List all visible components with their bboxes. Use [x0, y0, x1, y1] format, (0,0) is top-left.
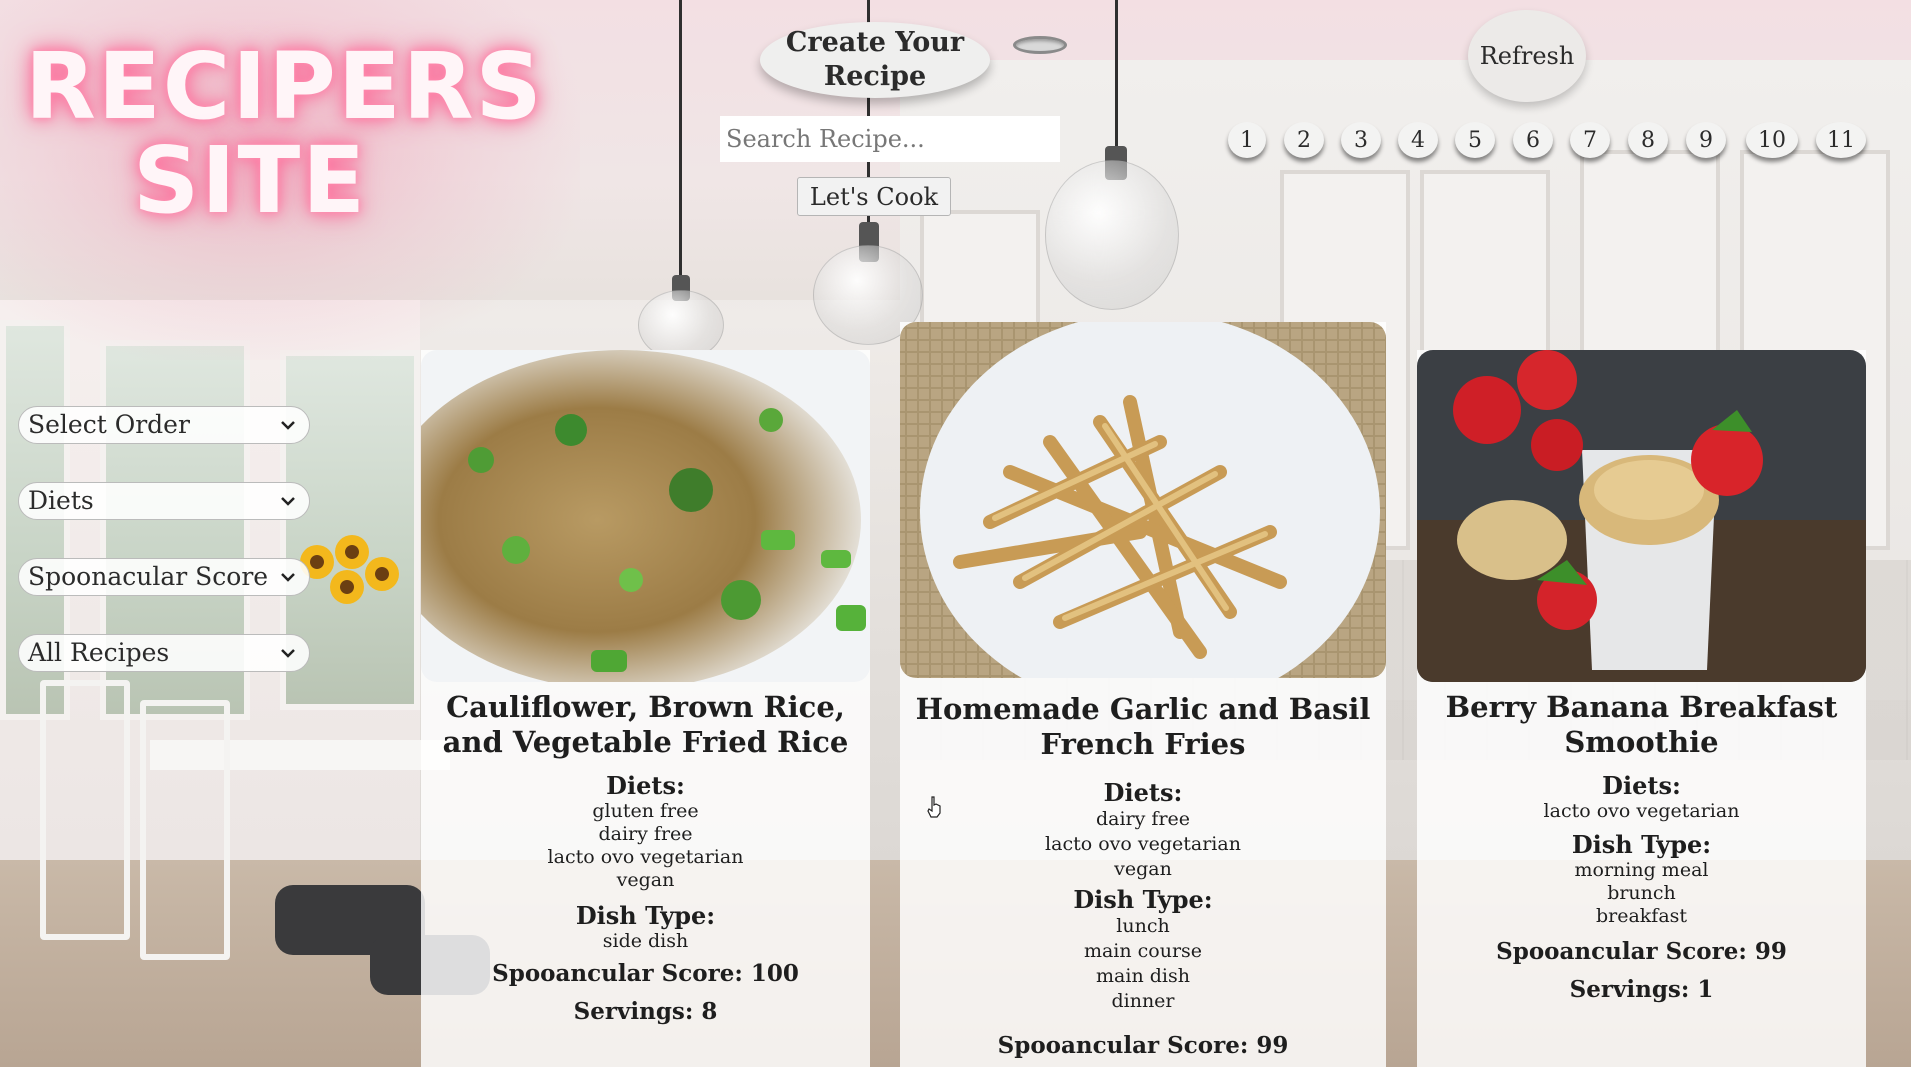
- pendant-light: [1045, 160, 1179, 310]
- diet-item: lacto ovo vegetarian: [547, 846, 744, 868]
- lets-cook-button[interactable]: Let's Cook: [797, 177, 951, 216]
- recipe-image: [900, 322, 1386, 678]
- diets-heading: Diets:: [1103, 778, 1183, 807]
- recipes-source-dropdown[interactable]: All Recipes: [18, 634, 310, 672]
- page-button[interactable]: 7: [1570, 122, 1610, 158]
- page-button[interactable]: 5: [1455, 122, 1495, 158]
- diet-item: vegan: [1114, 858, 1172, 880]
- search-input[interactable]: [720, 116, 1060, 162]
- score-label: Spoonacular Score: [28, 562, 269, 591]
- dish-type-heading: Dish Type:: [575, 901, 716, 930]
- recipe-card[interactable]: Homemade Garlic and Basil French Fries D…: [900, 322, 1386, 1067]
- chevron-down-icon: [281, 497, 295, 506]
- servings-text: Servings: 8: [573, 998, 718, 1025]
- chair: [40, 680, 130, 940]
- page-button[interactable]: 1: [1228, 122, 1266, 158]
- page-button[interactable]: 3: [1341, 122, 1381, 158]
- chevron-down-icon: [281, 421, 295, 430]
- chevron-down-icon: [281, 573, 295, 582]
- page-button[interactable]: 9: [1686, 122, 1726, 158]
- select-order-label: Select Order: [28, 410, 190, 439]
- page-button[interactable]: 6: [1513, 122, 1553, 158]
- recipe-image: [421, 350, 870, 682]
- recipe-title: Homemade Garlic and Basil French Fries: [915, 692, 1371, 761]
- logo-line-2: SITE: [132, 127, 368, 234]
- chair: [140, 700, 230, 960]
- diets-section: Diets: lacto ovo vegetarian: [1417, 772, 1866, 823]
- hand-pointer-icon: [927, 796, 941, 818]
- servings-text: Servings: 1: [1569, 976, 1714, 1003]
- diet-item: lacto ovo vegetarian: [1543, 800, 1740, 822]
- pendant-cord: [679, 0, 682, 278]
- dish-type-item: morning meal: [1574, 859, 1709, 881]
- recipe-card[interactable]: Berry Banana Breakfast Smoothie Diets: l…: [1417, 350, 1866, 1067]
- score-dropdown[interactable]: Spoonacular Score: [18, 558, 310, 596]
- diet-item: gluten free: [592, 800, 699, 822]
- diets-heading: Diets:: [606, 771, 685, 800]
- page-button[interactable]: 4: [1398, 122, 1438, 158]
- dish-type-item: dinner: [1111, 990, 1175, 1012]
- dish-type-item: side dish: [602, 930, 689, 952]
- dish-type-item: lunch: [1116, 915, 1170, 937]
- select-order-dropdown[interactable]: Select Order: [18, 406, 310, 444]
- pendant-cord: [1115, 0, 1118, 150]
- create-recipe-button[interactable]: Create Your Recipe: [760, 22, 990, 98]
- dish-type-item: main dish: [1096, 965, 1190, 987]
- score-text: Spooancular Score: 100: [492, 960, 799, 987]
- recipe-card[interactable]: Cauliflower, Brown Rice, and Vegetable F…: [421, 350, 870, 1067]
- page-button[interactable]: 2: [1284, 122, 1324, 158]
- diets-heading: Diets:: [1602, 771, 1681, 800]
- dish-type-section: Dish Type: lunch main course main dish d…: [900, 886, 1386, 1014]
- page-button[interactable]: 8: [1628, 122, 1668, 158]
- dish-type-section: Dish Type: side dish: [421, 902, 870, 953]
- recipe-title: Berry Banana Breakfast Smoothie: [1445, 690, 1838, 759]
- recipe-title: Cauliflower, Brown Rice, and Vegetable F…: [442, 690, 849, 759]
- page-button[interactable]: 11: [1816, 122, 1866, 158]
- dish-type-heading: Dish Type:: [1571, 830, 1712, 859]
- site-logo: RECIPERS SITE: [25, 33, 544, 228]
- dish-type-item: breakfast: [1595, 905, 1688, 927]
- diet-item: vegan: [616, 869, 675, 891]
- diets-dropdown[interactable]: Diets: [18, 482, 310, 520]
- chevron-down-icon: [281, 649, 295, 658]
- dish-type-item: brunch: [1607, 882, 1676, 904]
- diets-section: Diets: dairy free lacto ovo vegetarian v…: [900, 779, 1386, 882]
- dish-type-heading: Dish Type:: [1073, 885, 1213, 914]
- recipe-image: [1417, 350, 1866, 682]
- theme-toggle[interactable]: [1013, 36, 1067, 54]
- recipes-source-label: All Recipes: [28, 638, 170, 667]
- diet-item: dairy free: [598, 823, 693, 845]
- diet-item: dairy free: [1095, 808, 1191, 830]
- create-recipe-label: Create Your Recipe: [785, 27, 965, 92]
- refresh-button[interactable]: Refresh: [1468, 10, 1586, 102]
- diets-label: Diets: [28, 486, 94, 515]
- dish-type-item: main course: [1083, 940, 1203, 962]
- score-text: Spooancular Score: 99: [997, 1032, 1289, 1059]
- page-button[interactable]: 10: [1746, 122, 1798, 158]
- dish-type-section: Dish Type: morning meal brunch breakfast: [1417, 831, 1866, 928]
- score-text: Spooancular Score: 99: [1496, 938, 1787, 965]
- diets-section: Diets: gluten free dairy free lacto ovo …: [421, 772, 870, 892]
- logo-line-1: RECIPERS: [25, 33, 544, 140]
- diet-item: lacto ovo vegetarian: [1045, 833, 1241, 855]
